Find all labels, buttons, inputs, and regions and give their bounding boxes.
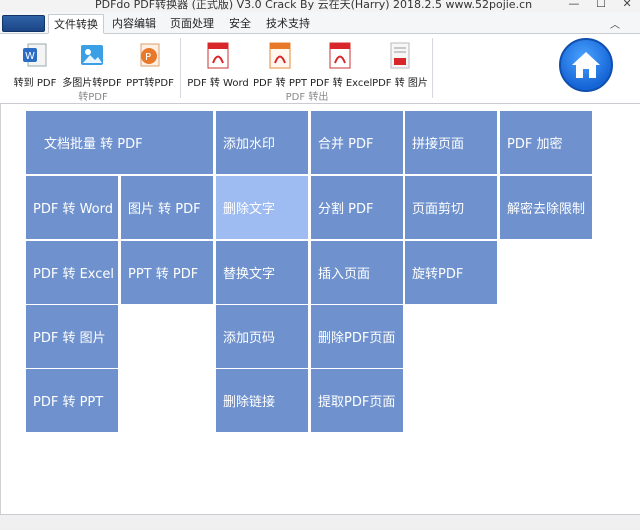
tile-merge-pdf[interactable]: 合并 PDF: [311, 111, 403, 174]
tab-tech-support[interactable]: 技术支持: [262, 14, 314, 34]
tab-file-convert[interactable]: 文件转换: [48, 14, 104, 34]
group-separator: [180, 38, 181, 98]
tile-replace-text[interactable]: 替换文字: [216, 241, 308, 304]
tile-decrypt-remove-restrictions[interactable]: 解密去除限制: [500, 176, 592, 239]
tab-security[interactable]: 安全: [224, 14, 256, 34]
tile-add-watermark[interactable]: 添加水印: [216, 111, 308, 174]
home-button[interactable]: [559, 38, 613, 92]
tile-image-to-pdf[interactable]: 图片 转 PDF: [121, 176, 213, 239]
tile-batch-to-pdf[interactable]: 文档批量 转 PDF: [26, 111, 213, 174]
tile-delete-links[interactable]: 删除链接: [216, 369, 308, 432]
tile-page-crop[interactable]: 页面剪切: [405, 176, 497, 239]
close-button[interactable]: ✕: [622, 0, 631, 11]
tile-split-pdf[interactable]: 分割 PDF: [311, 176, 403, 239]
tile-pdf-to-word[interactable]: PDF 转 Word: [26, 176, 118, 239]
svg-text:P: P: [145, 52, 151, 63]
app-menu-button[interactable]: [2, 15, 45, 32]
pdf-to-image-icon: [390, 42, 410, 69]
minimize-button[interactable]: —: [568, 0, 579, 11]
collapse-ribbon-icon[interactable]: ︿: [610, 16, 620, 31]
pdf-to-excel-label: PDF 转 Excel: [310, 78, 373, 89]
pdf-to-word-label: PDF 转 Word: [187, 78, 249, 89]
ribbon-tab-bar: 文件转换 内容编辑 页面处理 安全 技术支持 ︿: [0, 12, 640, 34]
feature-tile-grid: 文档批量 转 PDF 添加水印 合并 PDF 拼接页面 PDF 加密 PDF 转…: [0, 104, 640, 514]
image-to-pdf-label: 多图片转PDF: [62, 78, 122, 89]
pdf-to-excel-button[interactable]: PDF 转 Excel: [310, 38, 373, 89]
tile-pdf-to-image[interactable]: PDF 转 图片: [26, 305, 118, 368]
tab-page-process[interactable]: 页面处理: [166, 14, 218, 34]
image-to-pdf-icon: [81, 45, 103, 65]
window-title: PDFdo PDF转换器 (正式版) V3.0 Crack By 云在天(Har…: [95, 0, 533, 11]
tile-insert-page[interactable]: 插入页面: [311, 241, 403, 304]
pdf-to-ppt-button[interactable]: PDF 转 PPT: [252, 38, 308, 89]
ppt-to-pdf-button[interactable]: P PPT转PDF: [126, 38, 174, 89]
tile-delete-text[interactable]: 删除文字: [216, 176, 308, 239]
group-separator: [432, 38, 433, 98]
tile-pdf-encrypt[interactable]: PDF 加密: [500, 111, 592, 174]
tile-pdf-to-ppt[interactable]: PDF 转 PPT: [26, 369, 118, 432]
ribbon: W 转到 PDF 多图片转PDF P PPT转PDF 转PDF PDF 转 Wo…: [0, 34, 640, 104]
pdf-to-word-button[interactable]: PDF 转 Word: [186, 38, 250, 89]
tile-add-page-number[interactable]: 添加页码: [216, 305, 308, 368]
pdf-to-excel-icon: [329, 42, 351, 69]
tile-pdf-to-excel[interactable]: PDF 转 Excel: [26, 241, 118, 304]
image-to-pdf-button[interactable]: 多图片转PDF: [62, 38, 122, 89]
group-label-to-pdf: 转PDF: [78, 92, 108, 103]
tile-join-pages[interactable]: 拼接页面: [405, 111, 497, 174]
svg-text:W: W: [25, 51, 35, 62]
word-to-pdf-label: 转到 PDF: [13, 78, 57, 89]
tile-delete-pdf-pages[interactable]: 删除PDF页面: [311, 305, 403, 368]
pdf-to-image-button[interactable]: PDF 转 图片: [372, 38, 428, 89]
pdf-to-ppt-icon: [269, 42, 291, 69]
window-controls: — ☐ ✕: [560, 0, 640, 11]
word-to-pdf-icon: W: [23, 43, 47, 67]
tile-extract-pdf-pages[interactable]: 提取PDF页面: [311, 369, 403, 432]
pdf-to-word-icon: [207, 42, 229, 69]
tile-ppt-to-pdf[interactable]: PPT 转 PDF: [121, 241, 213, 304]
title-bar: PDFdo PDF转换器 (正式版) V3.0 Crack By 云在天(Har…: [0, 0, 640, 12]
status-bar: [0, 514, 640, 530]
ppt-to-pdf-label: PPT转PDF: [126, 78, 174, 89]
maximize-button[interactable]: ☐: [596, 0, 606, 11]
pdf-to-image-label: PDF 转 图片: [372, 78, 428, 89]
tab-content-edit[interactable]: 内容编辑: [108, 14, 160, 34]
ppt-to-pdf-icon: P: [140, 43, 160, 67]
group-label-pdf-out: PDF 转出: [285, 92, 329, 103]
tile-rotate-pdf[interactable]: 旋转PDF: [405, 241, 497, 304]
pdf-to-ppt-label: PDF 转 PPT: [252, 78, 307, 89]
word-to-pdf-button[interactable]: W 转到 PDF: [12, 38, 58, 89]
home-icon: [572, 52, 600, 78]
